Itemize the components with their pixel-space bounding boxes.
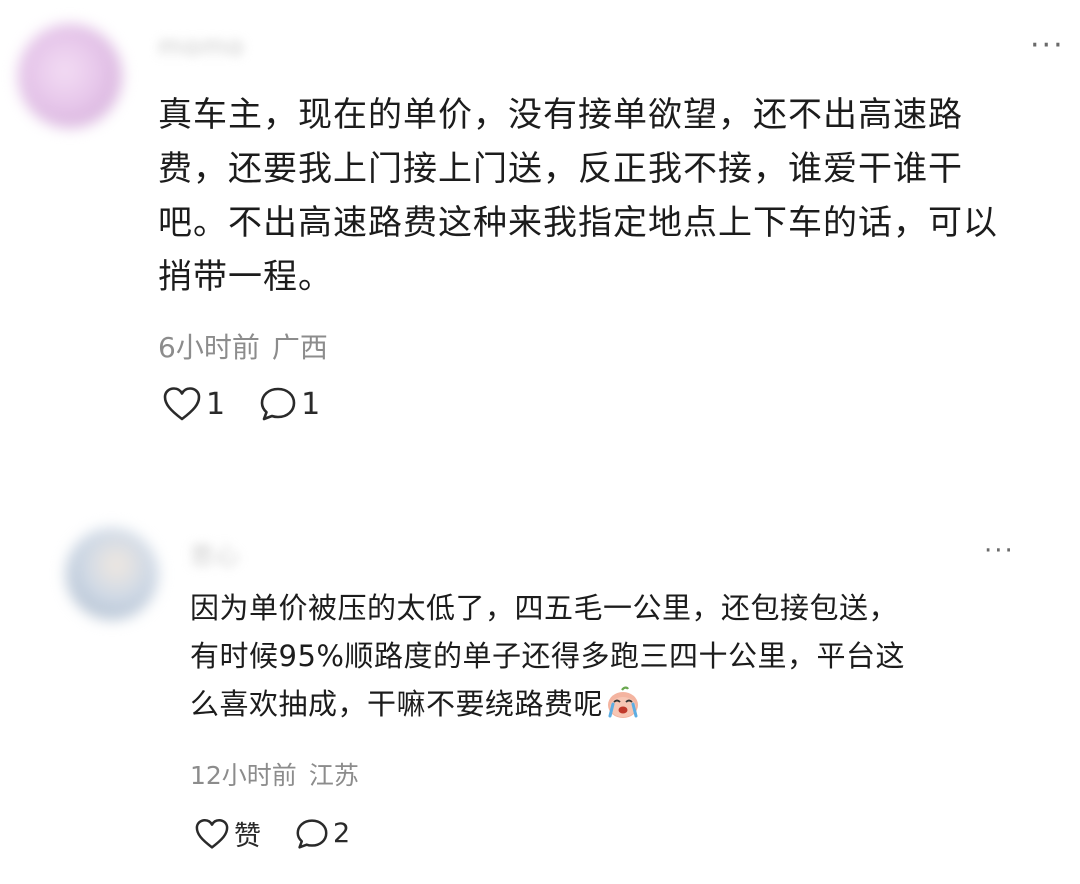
heart-icon bbox=[194, 818, 230, 850]
comment-text: 真车主，现在的单价，没有接单欲望，还不出高速路 费，还要我上门接上门送，反正我不… bbox=[158, 95, 998, 297]
comment-meta: 6小时前 广西 bbox=[158, 326, 328, 366]
like-button[interactable]: 1 bbox=[162, 386, 225, 422]
reply-count: 1 bbox=[301, 386, 321, 422]
more-options-button[interactable]: ··· bbox=[984, 538, 1015, 564]
username[interactable]: 悲心 bbox=[190, 536, 240, 571]
comment-time: 12小时前 bbox=[190, 761, 297, 790]
reply-button[interactable]: 2 bbox=[295, 818, 350, 850]
comment-text: 因为单价被压的太低了，四五毛一公里，还包接包送， 有时候95%顺路度的单子还得多… bbox=[190, 584, 1050, 734]
comment-actions: 赞 2 bbox=[194, 814, 350, 853]
comment-text-content: 因为单价被压的太低了，四五毛一公里，还包接包送， 有时候95%顺路度的单子还得多… bbox=[190, 591, 905, 721]
like-label: 赞 bbox=[234, 821, 261, 852]
crying-face-emoji-icon bbox=[605, 686, 641, 734]
reply-button[interactable]: 1 bbox=[259, 386, 320, 422]
comment-actions: 1 1 bbox=[162, 386, 320, 422]
reply-count: 2 bbox=[333, 818, 351, 849]
heart-icon bbox=[162, 386, 202, 422]
comment-location: 广西 bbox=[271, 331, 328, 364]
avatar[interactable] bbox=[18, 24, 122, 128]
avatar[interactable] bbox=[66, 528, 158, 620]
comment-location: 江苏 bbox=[308, 761, 359, 790]
comment-bubble-icon bbox=[259, 386, 297, 422]
like-button[interactable]: 赞 bbox=[194, 814, 261, 853]
comment-meta: 12小时前 江苏 bbox=[190, 756, 359, 792]
like-count: 1 bbox=[206, 386, 226, 422]
username[interactable]: momo bbox=[158, 32, 244, 62]
more-options-button[interactable]: ··· bbox=[1030, 31, 1065, 61]
comment-bubble-icon bbox=[295, 818, 329, 850]
comment-time: 6小时前 bbox=[158, 331, 260, 364]
